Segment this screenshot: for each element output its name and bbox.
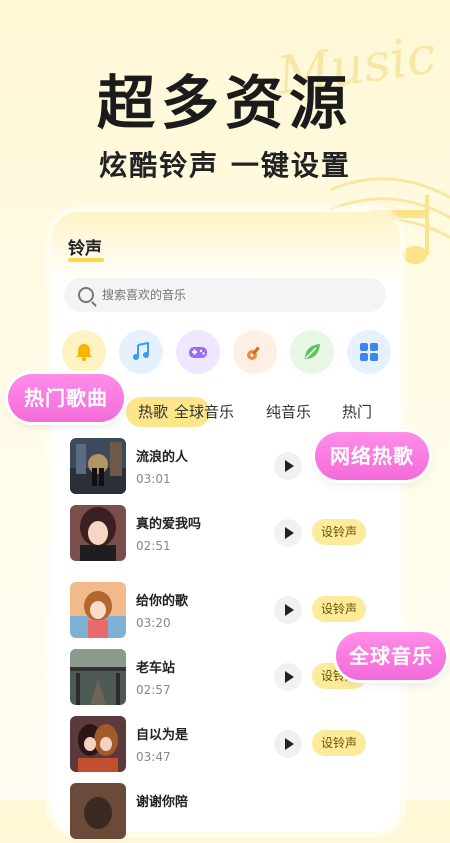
category-more[interactable] (347, 330, 391, 374)
headline: 超多资源 (96, 69, 353, 137)
card-title: 铃声 (68, 239, 102, 259)
ringtone-card: 铃声 搜索喜欢的音乐 热歌 全球音乐 纯音乐 热门 流浪的人 03:01 真的爱… (52, 212, 400, 839)
song-title: 流浪的人 (136, 450, 189, 465)
song-title: 自以为是 (136, 728, 189, 743)
song-cover (70, 505, 126, 561)
guitar-icon (247, 346, 260, 360)
set-ringtone-button[interactable]: 设铃声 (312, 519, 366, 545)
song-cover (70, 649, 126, 705)
song-title: 给你的歌 (136, 594, 189, 609)
search-bar[interactable] (64, 278, 386, 312)
category-guitar[interactable] (233, 330, 277, 374)
song-cover (70, 582, 126, 638)
play-button[interactable] (274, 730, 302, 758)
song-duration: 02:51 (136, 539, 171, 553)
network-hits-bubble: 网络热歌 (315, 432, 429, 480)
song-duration: 03:20 (136, 616, 171, 630)
song-duration: 02:57 (136, 683, 171, 697)
search-icon (78, 287, 94, 303)
tab-pure-music[interactable]: 纯音乐 (266, 401, 311, 422)
song-duration: 03:01 (136, 472, 171, 486)
tab-hot-songs[interactable]: 热歌 (138, 401, 168, 422)
title-underline (68, 258, 104, 262)
tab-popular[interactable]: 热门 (342, 401, 372, 422)
song-row[interactable]: 自以为是 03:47 设铃声 (70, 716, 390, 776)
play-button[interactable] (274, 596, 302, 624)
leaf-icon (305, 344, 320, 359)
category-music[interactable] (119, 330, 163, 374)
set-ringtone-button[interactable]: 设铃声 (312, 730, 366, 756)
music-note-icon (133, 342, 149, 360)
hot-songs-bubble: 热门歌曲 (8, 374, 124, 422)
song-row[interactable]: 谢谢你陪 (70, 783, 390, 843)
category-nature[interactable] (290, 330, 334, 374)
global-music-bubble: 全球音乐 (336, 632, 446, 680)
play-button[interactable] (274, 452, 302, 480)
play-button[interactable] (274, 663, 302, 691)
grid-icon (360, 343, 378, 361)
song-cover (70, 716, 126, 772)
gamepad-icon (189, 347, 207, 358)
set-ringtone-button[interactable]: 设铃声 (312, 596, 366, 622)
subheadline: 炫酷铃声 一键设置 (99, 149, 351, 182)
category-row (62, 330, 392, 374)
card-header (52, 212, 400, 282)
song-cover (70, 438, 126, 494)
song-title: 真的爱我吗 (136, 517, 202, 532)
song-row[interactable]: 真的爱我吗 02:51 设铃声 (70, 505, 390, 565)
song-cover (70, 783, 126, 839)
song-duration: 03:47 (136, 750, 171, 764)
category-bell[interactable] (62, 330, 106, 374)
song-title: 谢谢你陪 (136, 795, 189, 810)
tab-global-music[interactable]: 全球音乐 (174, 401, 234, 422)
song-row[interactable]: 给你的歌 03:20 设铃声 (70, 582, 390, 642)
category-game[interactable] (176, 330, 220, 374)
song-title: 老车站 (136, 661, 176, 676)
search-input[interactable] (100, 287, 354, 303)
bell-icon (76, 344, 92, 361)
play-button[interactable] (274, 519, 302, 547)
